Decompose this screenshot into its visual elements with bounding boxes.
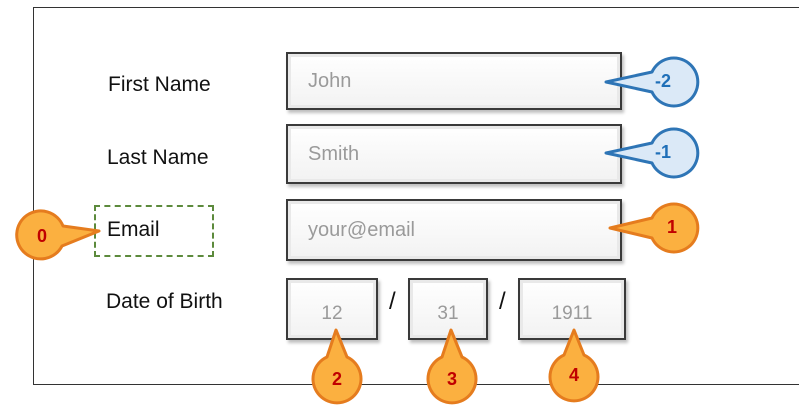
callout-4-label: 4 [568,365,579,385]
callout-3-label: 3 [446,369,457,389]
callout-0-label: 0 [36,226,47,246]
callout-minus1-label: -1 [654,142,671,162]
callout-2-label: 2 [331,369,342,389]
callout-1-label: 1 [666,217,677,237]
callout-3-bubble [426,328,478,405]
callouts-layer [15,56,700,405]
callout-2-bubble [311,328,363,405]
callout-minus2-label: -2 [654,71,671,91]
